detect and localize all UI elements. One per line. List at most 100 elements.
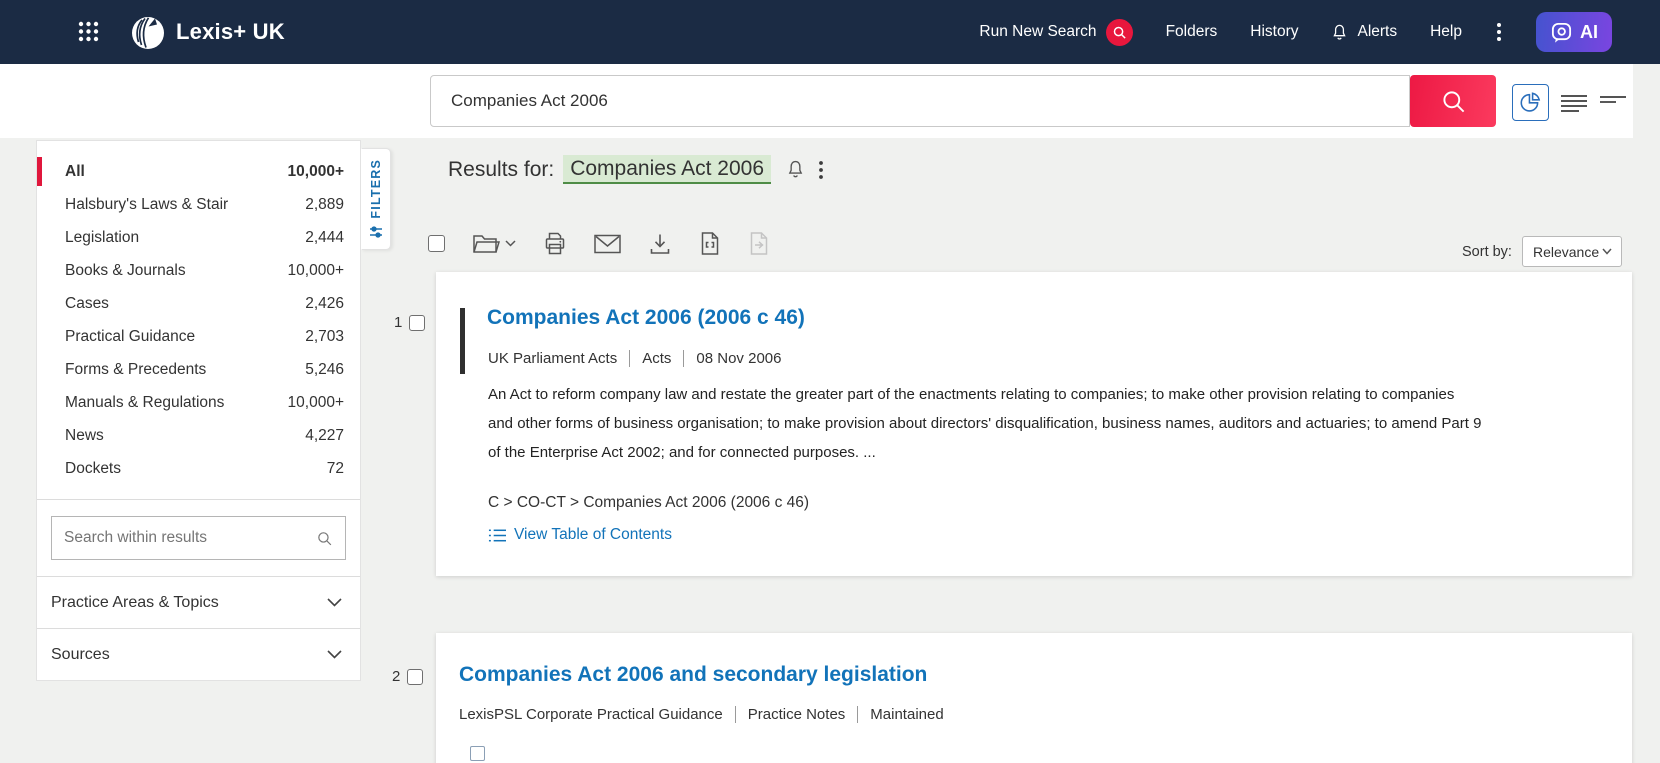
lexis-logo-icon[interactable] bbox=[128, 12, 168, 57]
category-row-dockets[interactable]: Dockets 72 bbox=[37, 452, 360, 485]
search-within-icon bbox=[318, 531, 332, 545]
results-toolbar bbox=[428, 231, 770, 256]
result-1-checkbox[interactable] bbox=[409, 314, 426, 331]
email-button[interactable] bbox=[594, 234, 621, 254]
result-2-title-link[interactable]: Companies Act 2006 and secondary legisla… bbox=[459, 663, 927, 687]
snapshot-view-toggle[interactable] bbox=[1512, 83, 1549, 121]
nav-help[interactable]: Help bbox=[1430, 23, 1462, 41]
sort-select[interactable]: Relevance bbox=[1521, 236, 1622, 267]
printer-icon bbox=[545, 232, 565, 255]
category-count: 2,426 bbox=[305, 294, 344, 312]
category-row-cases[interactable]: Cases 2,426 bbox=[37, 287, 360, 320]
main-search-input[interactable] bbox=[430, 75, 1410, 127]
nav-folders[interactable]: Folders bbox=[1166, 23, 1218, 41]
category-label: Forms & Precedents bbox=[65, 360, 207, 378]
result-2-checkbox[interactable] bbox=[407, 668, 424, 685]
result-2-inline-checkbox[interactable] bbox=[470, 746, 485, 761]
nav-alerts-label: Alerts bbox=[1357, 23, 1398, 40]
results-heading-prefix: Results for: bbox=[448, 157, 555, 181]
category-label: Manuals & Regulations bbox=[65, 393, 225, 411]
category-row-news[interactable]: News 4,227 bbox=[37, 419, 360, 452]
result-1-title-link[interactable]: Companies Act 2006 (2006 c 46) bbox=[487, 306, 805, 330]
download-button[interactable] bbox=[648, 232, 672, 256]
folder-button[interactable] bbox=[472, 232, 516, 255]
folder-icon bbox=[473, 235, 500, 253]
result-2-select: 2 bbox=[392, 668, 424, 685]
brand-title[interactable]: Lexis+ UK bbox=[176, 0, 285, 64]
search-within-wrap bbox=[37, 499, 360, 576]
document-select-icon bbox=[701, 232, 719, 255]
export-selection-button[interactable] bbox=[699, 231, 721, 256]
section-label: Sources bbox=[51, 645, 110, 663]
view-toggles bbox=[1512, 76, 1627, 128]
current-result-indicator bbox=[460, 308, 465, 374]
category-row-manuals-regulations[interactable]: Manuals & Regulations 10,000+ bbox=[37, 386, 360, 419]
nav-alerts[interactable]: Alerts bbox=[1331, 23, 1397, 42]
envelope-icon bbox=[594, 234, 621, 253]
category-count: 10,000+ bbox=[287, 162, 344, 180]
result-card-2: Companies Act 2006 and secondary legisla… bbox=[436, 633, 1632, 763]
print-button[interactable] bbox=[543, 231, 567, 256]
filters-tab[interactable]: FILTERS bbox=[361, 148, 391, 250]
category-row-halsburys[interactable]: Halsbury's Laws & Stair 2,889 bbox=[37, 188, 360, 221]
category-label: Halsbury's Laws & Stair bbox=[65, 195, 229, 213]
category-row-books-journals[interactable]: Books & Journals 10,000+ bbox=[37, 254, 360, 287]
open-document-button-disabled bbox=[748, 231, 770, 256]
nav-history[interactable]: History bbox=[1250, 23, 1298, 41]
category-row-practical-guidance[interactable]: Practical Guidance 2,703 bbox=[37, 320, 360, 353]
view-toc-link[interactable]: View Table of Contents bbox=[488, 526, 672, 544]
category-row-all[interactable]: All 10,000+ bbox=[37, 155, 360, 188]
search-within-input[interactable] bbox=[64, 529, 316, 547]
search-band bbox=[0, 64, 1633, 138]
sort-control: Sort by: Relevance bbox=[1462, 236, 1622, 267]
category-label: Cases bbox=[65, 294, 109, 312]
result-card-1: Companies Act 2006 (2006 c 46) UK Parlia… bbox=[436, 272, 1632, 576]
search-within-box bbox=[51, 516, 346, 560]
category-row-legislation[interactable]: Legislation 2,444 bbox=[37, 221, 360, 254]
category-count: 5,246 bbox=[305, 360, 344, 378]
overflow-menu-icon[interactable] bbox=[1495, 21, 1503, 43]
search-button[interactable] bbox=[1410, 75, 1496, 127]
category-count: 72 bbox=[326, 459, 344, 477]
result-source: UK Parliament Acts bbox=[488, 350, 618, 367]
title-view-toggle[interactable] bbox=[1599, 89, 1627, 115]
query-highlight[interactable]: Companies Act 2006 bbox=[563, 155, 771, 184]
ai-bubble-icon bbox=[1550, 21, 1573, 44]
bell-icon bbox=[1331, 23, 1348, 42]
results-overflow-menu-icon[interactable] bbox=[819, 160, 823, 179]
category-count: 2,703 bbox=[305, 327, 344, 345]
result-date: Maintained bbox=[857, 706, 944, 723]
list-view-toggle[interactable] bbox=[1560, 89, 1588, 115]
run-new-search-label: Run New Search bbox=[979, 23, 1097, 40]
chevron-down-icon bbox=[1602, 248, 1612, 255]
download-icon bbox=[650, 234, 670, 254]
filter-sliders-icon bbox=[370, 226, 382, 238]
select-all-checkbox[interactable] bbox=[428, 235, 445, 252]
result-number: 1 bbox=[394, 314, 403, 331]
results-sidebar: All 10,000+ Halsbury's Laws & Stair 2,88… bbox=[36, 140, 361, 681]
result-number: 2 bbox=[392, 668, 401, 685]
chevron-down-icon bbox=[327, 598, 342, 607]
category-label: Books & Journals bbox=[65, 261, 186, 279]
header-nav: Run New Search Folders History Alerts He… bbox=[979, 0, 1612, 64]
chevron-down-icon bbox=[505, 240, 516, 247]
run-new-search-link[interactable]: Run New Search bbox=[979, 18, 1133, 46]
category-row-forms-precedents[interactable]: Forms & Precedents 5,246 bbox=[37, 353, 360, 386]
create-alert-bell-icon[interactable] bbox=[786, 159, 805, 180]
ai-assistant-button[interactable]: AI bbox=[1536, 12, 1612, 52]
ai-button-label: AI bbox=[1580, 21, 1598, 42]
apps-grid-icon[interactable] bbox=[78, 21, 99, 47]
list-view-icon bbox=[1561, 95, 1587, 112]
sort-selected-value: Relevance bbox=[1532, 243, 1600, 260]
title-view-icon bbox=[1600, 96, 1626, 103]
result-1-breadcrumb: C > CO-CT > Companies Act 2006 (2006 c 4… bbox=[488, 494, 810, 511]
result-1-select: 1 bbox=[394, 314, 426, 331]
section-label: Practice Areas & Topics bbox=[51, 593, 219, 611]
view-toc-label: View Table of Contents bbox=[514, 526, 672, 543]
category-count: 10,000+ bbox=[287, 261, 344, 279]
section-practice-areas[interactable]: Practice Areas & Topics bbox=[37, 576, 360, 628]
result-1-meta: UK Parliament Acts Acts 08 Nov 2006 bbox=[488, 350, 781, 367]
section-sources[interactable]: Sources bbox=[37, 628, 360, 680]
category-count: 2,889 bbox=[305, 195, 344, 213]
category-count: 10,000+ bbox=[287, 393, 344, 411]
